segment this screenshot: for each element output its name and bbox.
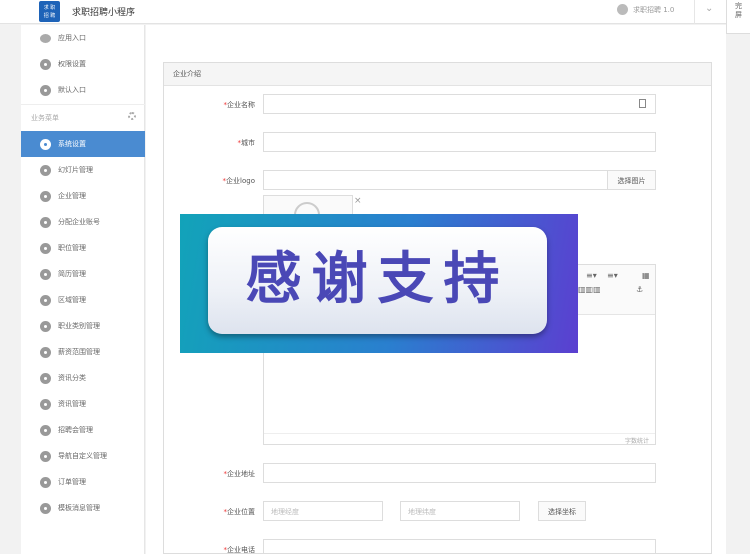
gear-icon [39, 476, 51, 488]
city-input[interactable] [263, 132, 656, 152]
sidebar-item-label: 幻灯片管理 [58, 166, 93, 174]
topbar-divider [694, 0, 695, 24]
gear-icon [39, 346, 51, 358]
app-logo[interactable]: 求 职招 聘 [39, 1, 60, 22]
version-icon [617, 4, 628, 15]
section-gear-icon[interactable] [128, 112, 136, 120]
sidebar-item-regions[interactable]: 区域管理 [21, 287, 145, 313]
sidebar-item-label: 资讯分类 [58, 374, 86, 382]
sidebar-item-positions[interactable]: 职位管理 [21, 235, 145, 261]
sidebar-item-label: 职业类别管理 [58, 322, 100, 330]
sidebar-item-companies[interactable]: 企业管理 [21, 183, 145, 209]
sidebar-item-system-settings[interactable]: 系统设置 [21, 131, 145, 157]
sidebar-item-label: 权限设置 [58, 60, 86, 68]
choose-image-button[interactable]: 选择图片 [607, 170, 656, 190]
sidebar-item-label: 薪资范围管理 [58, 348, 100, 356]
close-icon[interactable]: × [354, 196, 362, 206]
sidebar-item-label: 简历管理 [58, 270, 86, 278]
sidebar-item-news[interactable]: 资讯管理 [21, 391, 145, 417]
phone-label: *企业电话 [223, 546, 256, 554]
document-icon[interactable] [639, 99, 646, 108]
gear-icon [39, 58, 51, 70]
sidebar-item-job-categories[interactable]: 职业类别管理 [21, 313, 145, 339]
banner-card: 感谢支持 [208, 227, 547, 334]
location-label: *企业位置 [223, 508, 256, 516]
sidebar-item-template-messages[interactable]: 模板消息管理 [21, 495, 145, 521]
phone-input[interactable] [263, 539, 656, 554]
sidebar-item-resumes[interactable]: 简历管理 [21, 261, 145, 287]
gear-icon [39, 398, 51, 410]
sidebar-item-permissions[interactable]: 权限设置 [21, 51, 145, 77]
address-label: *企业地址 [223, 470, 256, 478]
app-title: 求职招聘小程序 [72, 8, 136, 18]
gear-icon [39, 294, 51, 306]
chevron-down-icon[interactable]: ⌄ [705, 3, 713, 14]
anchor-icon[interactable]: ⚓ [636, 285, 643, 294]
gear-icon [39, 84, 51, 96]
sidebar-item-label: 企业管理 [58, 192, 86, 200]
sidebar-item-label: 分配企业账号 [58, 218, 100, 226]
version-info: 求职招聘 1.0 [617, 4, 674, 15]
divider [21, 104, 145, 105]
sidebar-item-app-entry[interactable]: 应用入口 [21, 25, 145, 51]
chat-bubble-icon [39, 32, 51, 44]
logo-label: *企业logo [222, 177, 255, 185]
fullscreen-tab[interactable]: 完屏 [726, 0, 750, 34]
gear-icon [39, 138, 51, 150]
sidebar-item-label: 订单管理 [58, 478, 86, 486]
sidebar-item-custom-nav[interactable]: 导航自定义管理 [21, 443, 145, 469]
table-icon[interactable]: ▦ [642, 271, 650, 280]
gear-icon [39, 450, 51, 462]
gear-icon [39, 242, 51, 254]
sidebar-item-default-entry[interactable]: 默认入口 [21, 77, 145, 103]
sidebar-item-news-categories[interactable]: 资讯分类 [21, 365, 145, 391]
gear-icon [39, 372, 51, 384]
word-count: 字数统计 [264, 433, 655, 445]
gear-icon [39, 502, 51, 514]
sidebar-item-salary-ranges[interactable]: 薪资范围管理 [21, 339, 145, 365]
sidebar-item-job-fairs[interactable]: 招聘会管理 [21, 417, 145, 443]
sidebar-item-label: 应用入口 [58, 34, 86, 42]
longitude-input[interactable]: 地理经度 [263, 501, 383, 521]
gear-icon [39, 320, 51, 332]
section-label: 业务菜单 [31, 114, 59, 122]
version-text: 求职招聘 1.0 [633, 5, 675, 14]
sidebar-item-label: 模板消息管理 [58, 504, 100, 512]
sidebar-item-orders[interactable]: 订单管理 [21, 469, 145, 495]
logo-url-input[interactable] [263, 170, 608, 190]
top-bar: 求 职招 聘 求职招聘小程序 求职招聘 1.0 ⌄ [0, 0, 750, 24]
panel-title: 企业介绍 [164, 63, 711, 86]
line-height-icon[interactable]: ≡▾ [586, 271, 597, 280]
gear-icon [39, 164, 51, 176]
address-input[interactable] [263, 463, 656, 483]
align-icon[interactable]: ▥▥▥ [578, 285, 601, 294]
banner-text: 感谢支持 [245, 247, 510, 312]
gear-icon [39, 424, 51, 436]
choose-coordinate-button[interactable]: 选择坐标 [538, 501, 586, 521]
gear-icon [39, 268, 51, 280]
sidebar-item-label: 导航自定义管理 [58, 452, 107, 460]
company-name-input[interactable] [263, 94, 656, 114]
gear-icon [39, 216, 51, 228]
sidebar-item-label: 区域管理 [58, 296, 86, 304]
city-label: *城市 [237, 139, 256, 147]
company-name-label: *企业名称 [223, 101, 256, 109]
latitude-input[interactable]: 地理纬度 [400, 501, 520, 521]
sidebar-item-label: 资讯管理 [58, 400, 86, 408]
gear-icon [39, 190, 51, 202]
sidebar-item-label: 系统设置 [58, 140, 86, 148]
sidebar-item-company-accounts[interactable]: 分配企业账号 [21, 209, 145, 235]
sidebar-item-label: 招聘会管理 [58, 426, 93, 434]
sidebar-item-label: 默认入口 [58, 86, 86, 94]
sidebar: 应用入口 权限设置 默认入口 业务菜单 系统设置 幻灯片管理 企业管理 分配企业… [21, 25, 145, 554]
sidebar-item-label: 职位管理 [58, 244, 86, 252]
paragraph-icon[interactable]: ≡▾ [607, 271, 618, 280]
thanks-banner: 感谢支持 [180, 214, 578, 353]
sidebar-item-slides[interactable]: 幻灯片管理 [21, 157, 145, 183]
